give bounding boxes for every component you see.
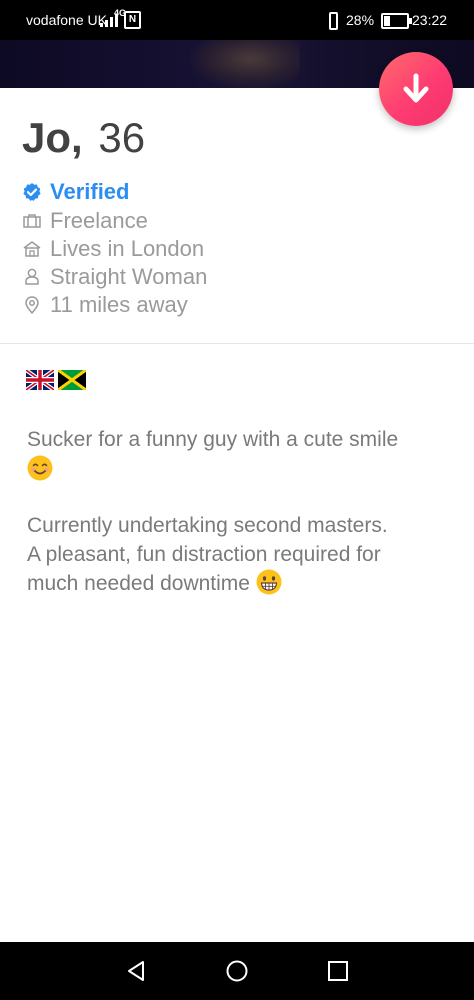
detail-text: 11 miles away	[50, 292, 188, 317]
profile-age: 36	[98, 114, 146, 161]
battery-icon	[381, 13, 412, 29]
back-icon[interactable]	[125, 959, 149, 983]
bio-line-with-emoji: much needed downtime	[27, 569, 457, 598]
briefcase-icon	[23, 214, 41, 228]
detail-location-city: Lives in London	[22, 236, 442, 264]
location-pin-icon	[25, 296, 39, 314]
detail-distance: 11 miles away	[22, 292, 442, 320]
uk-flag-icon	[26, 370, 54, 390]
grinning-face-emoji-icon	[256, 569, 282, 595]
recent-apps-icon[interactable]	[326, 959, 350, 983]
detail-text: Lives in London	[50, 236, 205, 261]
bio-line: Currently undertaking second masters.	[27, 514, 388, 537]
arrow-down-icon	[403, 73, 429, 103]
vibrate-icon	[326, 12, 338, 30]
nfc-icon: N	[124, 11, 141, 29]
section-divider	[0, 343, 474, 344]
verified-badge: Verified	[22, 179, 442, 207]
detail-text: Straight Woman	[50, 264, 208, 289]
bio-line: Sucker for a funny guy with a cute smile	[27, 428, 399, 451]
bio-paragraph-2: Currently undertaking second masters. A …	[27, 511, 457, 598]
flags-row	[26, 370, 87, 390]
bio-line: A pleasant, fun distraction required for	[27, 543, 381, 566]
signal-icon	[96, 13, 120, 27]
battery-percent: 28%	[346, 12, 375, 28]
bio-paragraph-1: Sucker for a funny guy with a cute smile	[27, 425, 457, 484]
person-icon	[25, 268, 39, 285]
smiling-face-emoji-icon	[27, 455, 53, 481]
system-navigation-bar	[0, 942, 474, 1000]
verified-check-icon	[23, 183, 41, 201]
clock: 23:22	[412, 12, 448, 28]
profile-name: Jo,	[22, 114, 83, 161]
carrier-name: vodafone UK	[26, 12, 107, 28]
detail-occupation: Freelance	[22, 208, 442, 236]
detail-text: Freelance	[50, 208, 148, 233]
collapse-profile-button[interactable]	[379, 52, 453, 126]
jamaica-flag-icon	[58, 370, 87, 390]
verified-label: Verified	[50, 179, 130, 204]
detail-gender-orientation: Straight Woman	[22, 264, 442, 292]
bio-line: much needed downtime	[27, 572, 250, 595]
home-icon	[23, 241, 41, 257]
status-bar: vodafone UK 4G N 28% 23:22	[0, 0, 474, 40]
home-button-icon[interactable]	[225, 959, 249, 983]
profile-name-age: Jo, 36	[22, 114, 145, 162]
